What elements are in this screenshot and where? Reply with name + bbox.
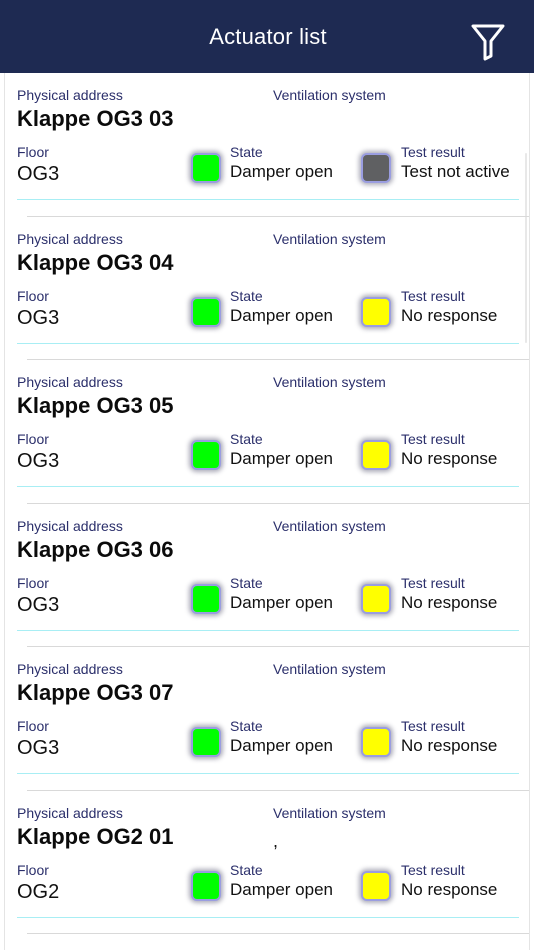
test-result-value: No response bbox=[401, 736, 498, 755]
test-result-indicator bbox=[361, 727, 391, 757]
physical-address-label: Physical address bbox=[17, 230, 123, 247]
state-value: Damper open bbox=[230, 736, 334, 755]
physical-address-label: Physical address bbox=[17, 374, 123, 390]
state-value: Damper open bbox=[230, 305, 334, 325]
ventilation-system-label: Ventilation system bbox=[273, 87, 386, 103]
actuator-item[interactable]: Physical address Ventilation system Klap… bbox=[5, 217, 529, 361]
test-result-value: No response bbox=[401, 449, 498, 468]
actuator-item[interactable]: Physical address Ventilation system Klap… bbox=[5, 73, 529, 217]
state-value: Damper open bbox=[230, 162, 334, 181]
test-result-value: Test not active bbox=[401, 162, 510, 181]
actuator-name: Klappe OG3 05 bbox=[17, 393, 174, 418]
state-indicator bbox=[191, 153, 221, 183]
actuator-name: Klappe OG3 04 bbox=[17, 249, 174, 275]
item-divider bbox=[17, 486, 519, 487]
floor-value: OG3 bbox=[17, 163, 60, 185]
test-result-label: Test result bbox=[401, 144, 465, 160]
filter-button[interactable] bbox=[470, 22, 506, 62]
state-indicator bbox=[191, 727, 221, 757]
state-indicator bbox=[191, 296, 221, 327]
state-indicator bbox=[191, 583, 221, 614]
ventilation-system-label: Ventilation system bbox=[273, 517, 386, 534]
test-result-label: Test result bbox=[401, 718, 465, 734]
item-divider bbox=[17, 342, 519, 344]
item-divider bbox=[17, 629, 519, 631]
floor-value: OG2 bbox=[17, 880, 60, 903]
floor-label: Floor bbox=[17, 287, 49, 304]
ventilation-system-label: Ventilation system bbox=[273, 230, 386, 247]
physical-address-label: Physical address bbox=[17, 517, 123, 534]
test-result-indicator bbox=[361, 440, 391, 470]
actuator-item[interactable]: Physical address Ventilation system Klap… bbox=[5, 647, 529, 791]
state-label: State bbox=[230, 861, 263, 878]
state-value: Damper open bbox=[230, 879, 334, 899]
actuator-item[interactable]: Physical address Ventilation system Klap… bbox=[5, 791, 529, 935]
test-result-label: Test result bbox=[401, 287, 465, 304]
actuator-name: Klappe OG2 01 bbox=[17, 823, 174, 849]
state-label: State bbox=[230, 718, 263, 734]
state-label: State bbox=[230, 431, 263, 447]
state-indicator bbox=[191, 440, 221, 470]
state-value: Damper open bbox=[230, 449, 334, 468]
physical-address-label: Physical address bbox=[17, 661, 123, 677]
test-result-value: No response bbox=[401, 879, 498, 899]
ventilation-system-label: Ventilation system bbox=[273, 804, 386, 821]
test-result-label: Test result bbox=[401, 861, 465, 878]
floor-label: Floor bbox=[17, 574, 49, 591]
ventilation-system-label: Ventilation system bbox=[273, 374, 386, 390]
actuator-list[interactable]: Physical address Ventilation system Klap… bbox=[4, 73, 530, 950]
item-divider bbox=[17, 916, 519, 918]
test-result-label: Test result bbox=[401, 431, 465, 447]
filter-icon bbox=[471, 24, 505, 61]
test-result-indicator bbox=[361, 870, 391, 901]
test-result-value: No response bbox=[401, 592, 498, 612]
floor-label: Floor bbox=[17, 431, 49, 447]
state-value: Damper open bbox=[230, 592, 334, 612]
floor-label: Floor bbox=[17, 144, 49, 160]
actuator-item[interactable]: Physical address Ventilation system Klap… bbox=[5, 504, 529, 648]
floor-value: OG3 bbox=[17, 737, 60, 759]
state-indicator bbox=[191, 870, 221, 901]
actuator-item[interactable]: Physical address Ventilation system Klap… bbox=[5, 360, 529, 504]
floor-label: Floor bbox=[17, 718, 49, 734]
physical-address-label: Physical address bbox=[17, 87, 123, 103]
ventilation-system-value: , bbox=[273, 830, 279, 851]
actuator-name: Klappe OG3 03 bbox=[17, 106, 174, 131]
app-header: Actuator list bbox=[0, 0, 534, 73]
floor-value: OG3 bbox=[17, 306, 60, 329]
state-label: State bbox=[230, 287, 263, 304]
test-result-indicator bbox=[361, 153, 391, 183]
item-divider bbox=[17, 199, 519, 200]
state-label: State bbox=[230, 144, 263, 160]
floor-label: Floor bbox=[17, 861, 49, 878]
floor-value: OG3 bbox=[17, 450, 60, 472]
item-divider bbox=[17, 773, 519, 774]
floor-value: OG3 bbox=[17, 593, 60, 616]
test-result-indicator bbox=[361, 583, 391, 614]
state-label: State bbox=[230, 574, 263, 591]
ventilation-system-label: Ventilation system bbox=[273, 661, 386, 677]
test-result-value: No response bbox=[401, 305, 498, 325]
physical-address-label: Physical address bbox=[17, 804, 123, 821]
actuator-name: Klappe OG3 06 bbox=[17, 536, 174, 562]
page-title: Actuator list bbox=[209, 23, 327, 49]
actuator-name: Klappe OG3 07 bbox=[17, 680, 174, 705]
test-result-indicator bbox=[361, 296, 391, 327]
test-result-label: Test result bbox=[401, 574, 465, 591]
